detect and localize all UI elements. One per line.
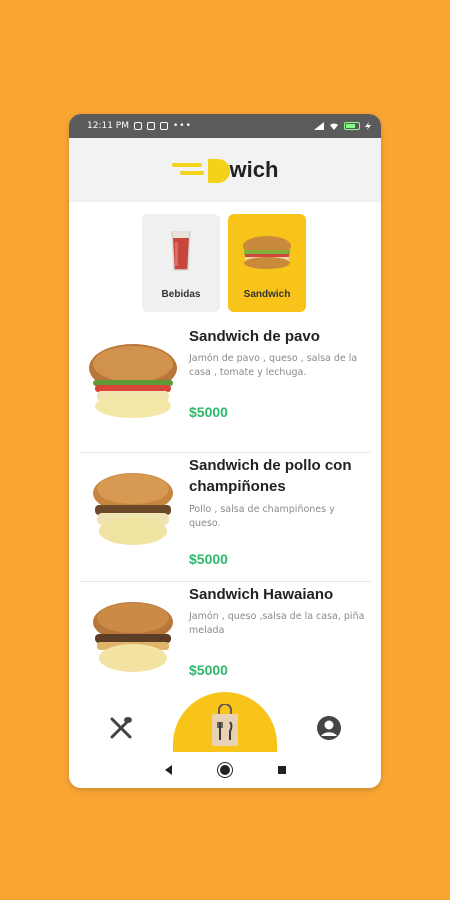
status-bar: 12:11 PM ••• (69, 114, 381, 138)
product-price: $5000 (189, 662, 228, 678)
product-price: $5000 (189, 404, 228, 420)
burger-image (93, 602, 173, 672)
app-header: wich (69, 138, 381, 202)
product-description: Jamón de pavo , queso , salsa de la casa… (189, 353, 358, 378)
system-navigation-bar (69, 752, 381, 788)
category-bebidas[interactable]: Bebidas (142, 214, 220, 312)
shopping-bag-icon (212, 704, 238, 746)
signal-icon (314, 122, 324, 130)
app-notification-icon (147, 122, 155, 130)
product-name: Sandwich de pollo con champiñones (189, 457, 352, 495)
phone-screen: 12:11 PM ••• wich Bebidas Sandwich Sandw… (69, 114, 381, 788)
product-item[interactable]: Sandwich de pavo Jamón de pavo , queso ,… (79, 324, 371, 453)
category-sandwich[interactable]: Sandwich (228, 214, 306, 312)
app-logo: wich (171, 157, 279, 183)
category-selector: Bebidas Sandwich (142, 214, 306, 312)
fork-knife-icon[interactable] (107, 714, 135, 742)
category-label: Bebidas (161, 289, 201, 300)
home-icon[interactable] (219, 765, 230, 775)
status-time: 12:11 PM (87, 121, 129, 131)
burger-image (93, 473, 173, 545)
back-icon[interactable] (164, 765, 172, 775)
notification-icon (134, 122, 142, 130)
logo-speed-line-icon (179, 171, 204, 175)
product-list: Sandwich de pavo Jamón de pavo , queso ,… (69, 324, 381, 711)
media-icon (160, 122, 168, 130)
wifi-icon (330, 123, 338, 130)
product-name: Sandwich Hawaiano (189, 586, 334, 603)
battery-icon (344, 122, 360, 130)
soda-glass-icon (171, 231, 191, 271)
product-name: Sandwich de pavo (189, 328, 320, 345)
logo-d-icon (207, 159, 230, 183)
charging-icon (365, 122, 371, 130)
recent-apps-icon[interactable] (277, 766, 286, 774)
category-label: Sandwich (243, 289, 291, 300)
product-price: $5000 (189, 551, 228, 567)
product-description: Jamón , queso ,salsa de la casa, piña me… (189, 611, 365, 636)
logo-speed-line-icon (171, 163, 202, 167)
product-description: Pollo , salsa de champiñones y queso. (189, 504, 335, 529)
burger-image (89, 344, 177, 418)
logo-text: wich (229, 157, 279, 182)
sub-sandwich-icon (243, 236, 291, 269)
more-notifications-icon: ••• (173, 121, 192, 131)
product-item[interactable]: Sandwich de pollo con champiñones Pollo … (79, 453, 371, 582)
user-icon[interactable] (315, 714, 343, 742)
